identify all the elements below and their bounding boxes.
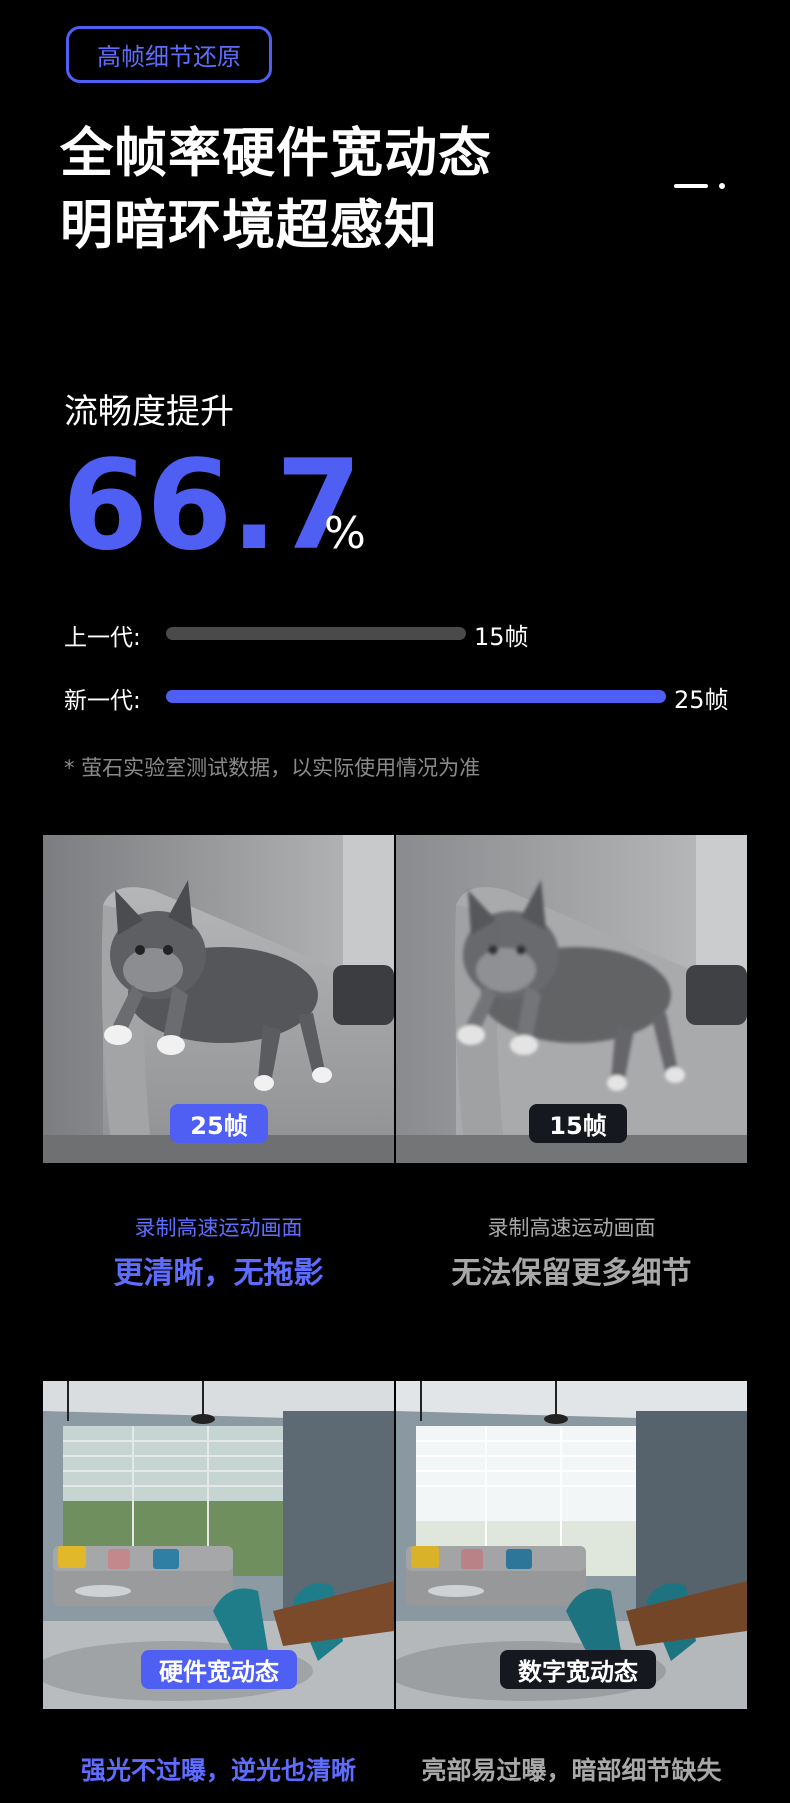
badge-hardware-wdr: 硬件宽动态	[141, 1650, 297, 1689]
new-gen-bar	[166, 690, 666, 703]
headline-line-1: 全帧率硬件宽动态	[60, 123, 492, 184]
badge-25fps: 25帧	[170, 1104, 268, 1143]
motion-right-caption-big: 无法保留更多细节	[451, 1256, 692, 1291]
wdr-right-caption: 亮部易过曝，暗部细节缺失	[421, 1756, 722, 1785]
badge-digital-wdr-text: 数字宽动态	[518, 1658, 638, 1686]
motion-right-caption-small: 录制高速运动画面	[487, 1216, 656, 1240]
test-data-note: * 萤石实验室测试数据，以实际使用情况为准	[64, 756, 481, 780]
feature-tag-label: 高帧细节还原	[97, 43, 241, 71]
badge-15fps: 15帧	[529, 1104, 627, 1143]
previous-gen-bar	[166, 627, 466, 640]
new-gen-value: 25帧	[674, 686, 729, 714]
feature-tag: 高帧细节还原	[66, 26, 272, 83]
badge-digital-wdr: 数字宽动态	[500, 1650, 656, 1689]
metric-value: 66.7	[62, 434, 362, 578]
metric-unit: %	[324, 508, 366, 559]
metric-label: 流畅度提升	[64, 392, 234, 432]
new-gen-label: 新一代:	[64, 688, 141, 714]
slide-indicator-dot	[719, 183, 725, 189]
wdr-left-caption: 强光不过曝，逆光也清晰	[80, 1756, 356, 1785]
motion-left-caption-big: 更清晰，无拖影	[113, 1256, 324, 1291]
badge-hardware-wdr-text: 硬件宽动态	[159, 1658, 279, 1686]
badge-25fps-text: 25帧	[190, 1112, 248, 1140]
slide-indicator-active	[674, 184, 708, 188]
motion-left-caption-small: 录制高速运动画面	[134, 1216, 303, 1240]
badge-15fps-text: 15帧	[549, 1112, 607, 1140]
previous-gen-value: 15帧	[474, 623, 529, 651]
headline-line-2: 明暗环境超感知	[60, 195, 438, 256]
page-headline: 全帧率硬件宽动态 明暗环境超感知	[60, 118, 492, 262]
previous-gen-label: 上一代:	[64, 625, 141, 651]
